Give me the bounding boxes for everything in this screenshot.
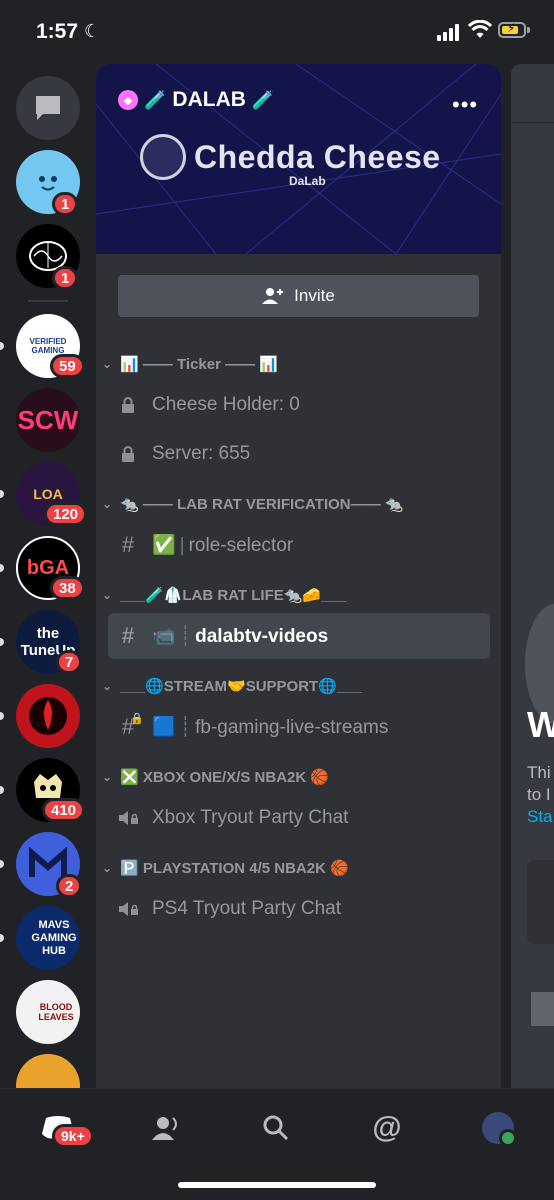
- category-stream-support[interactable]: ⌄ ___🌐STREAM🤝SUPPORT🌐___: [102, 674, 362, 698]
- chevron-down-icon: ⌄: [102, 861, 113, 875]
- banner-title: Chedda Cheese: [194, 138, 441, 175]
- boost-icon: ◆: [118, 90, 138, 110]
- coin-logo-icon: [140, 134, 186, 180]
- friends-icon: [152, 1117, 177, 1140]
- server-icon-verified-gaming[interactable]: VERIFIED GAMING 59: [0, 314, 96, 384]
- server-icon-11[interactable]: 2: [0, 832, 96, 902]
- friends-tab[interactable]: [145, 1108, 185, 1148]
- profile-tab[interactable]: [478, 1108, 518, 1148]
- server-icon-bga[interactable]: bGA 38: [0, 536, 96, 606]
- server-icon-loa[interactable]: LOA 120: [0, 462, 96, 532]
- cell-signal-icon: [437, 23, 463, 41]
- chevron-down-icon: ⌄: [102, 679, 113, 693]
- channel-fb-gaming-live-streams[interactable]: # 🔒 🟦 ┊ fb-gaming-live-streams: [108, 704, 490, 750]
- unread-badge: 1: [52, 266, 79, 290]
- hashtag-icon: #: [121, 623, 135, 648]
- wifi-icon: [468, 20, 492, 38]
- server-icon-mavs[interactable]: MAVS GAMING HUB: [0, 906, 96, 976]
- chevron-down-icon: ⌄: [102, 770, 113, 784]
- category-lab-rat-verification[interactable]: ⌄ 🐀 —— LAB RAT VERIFICATION—— 🐀: [102, 492, 403, 516]
- category-ticker[interactable]: ⌄ 📊 —— Ticker —— 📊: [102, 352, 278, 376]
- category-lab-rat-life[interactable]: ⌄ ___🧪🥼LAB RAT LIFE🐀🧀___: [102, 583, 346, 607]
- channel-dalabtv-videos[interactable]: # 📹 ┊ dalabtv-videos: [108, 613, 490, 659]
- test-tube-icon: 🧪: [144, 89, 167, 110]
- channel-xbox-tryout-party-chat[interactable]: Xbox Tryout Party Chat: [108, 795, 490, 841]
- unread-badge: 410: [42, 798, 86, 822]
- server-icon-tuneup[interactable]: the TuneUp 7: [0, 610, 96, 680]
- server-name[interactable]: ◆ 🧪 DALAB 🧪: [118, 88, 274, 112]
- server-icon-10[interactable]: 410: [0, 758, 96, 828]
- status-time: 1:57: [36, 20, 79, 43]
- locked-hashtag-icon: # 🔒: [121, 713, 144, 739]
- search-tab[interactable]: [256, 1108, 296, 1148]
- invite-button[interactable]: Invite: [118, 275, 479, 317]
- at-sign-icon: @: [372, 1111, 402, 1144]
- category-xbox[interactable]: ⌄ ❎ XBOX ONE/X/S NBA2K 🏀: [102, 765, 329, 789]
- chevron-down-icon: ⌄: [102, 588, 113, 602]
- locked-speaker-icon: [110, 900, 146, 918]
- lock-icon: [110, 446, 146, 462]
- unread-badge: 59: [50, 354, 85, 378]
- add-person-icon: [262, 288, 284, 304]
- chat-area-peek[interactable]: W Thi to I Sta: [511, 64, 554, 1088]
- hashtag-icon: #: [121, 532, 135, 557]
- server-icon-9[interactable]: [0, 684, 96, 754]
- channel-server-count[interactable]: Server: 655: [108, 431, 490, 477]
- battery-icon: ⚡: [498, 21, 526, 38]
- channel-ps4-tryout-party-chat[interactable]: PS4 Tryout Party Chat: [108, 886, 490, 932]
- chevron-down-icon: ⌄: [102, 357, 113, 371]
- unread-badge: 2: [56, 874, 83, 898]
- server-icon-scw[interactable]: SCW: [0, 388, 96, 458]
- server-icon-2[interactable]: 1: [0, 224, 96, 294]
- unread-badge: 7: [56, 650, 83, 674]
- server-icon-blood-leaves[interactable]: BLOOD LEAVES: [0, 980, 96, 1050]
- server-icon-1[interactable]: 1: [0, 150, 96, 220]
- home-indicator: [178, 1182, 376, 1188]
- chat-bubble-icon: [36, 96, 60, 120]
- channel-cheese-holder[interactable]: Cheese Holder: 0: [108, 382, 490, 428]
- banner-subtitle: DaLab: [289, 174, 326, 188]
- unread-badge: 120: [44, 502, 88, 526]
- welcome-link[interactable]: Sta: [527, 806, 553, 828]
- welcome-line-2: to I: [527, 785, 551, 804]
- lock-icon: [110, 397, 146, 413]
- welcome-line-1: Thi: [527, 763, 551, 782]
- welcome-card[interactable]: [527, 860, 554, 944]
- server-icon-tiger[interactable]: [0, 1054, 96, 1088]
- channel-role-selector[interactable]: # ✅ | role-selector: [108, 522, 490, 568]
- brand-logo-icon: [531, 992, 554, 1026]
- mentions-tab[interactable]: @: [367, 1108, 407, 1148]
- chevron-down-icon: ⌄: [102, 497, 113, 511]
- avatar: [482, 1112, 517, 1147]
- fire-emblem-icon: [29, 697, 67, 735]
- focus-moon-icon: ☾: [84, 21, 101, 41]
- welcome-heading: W: [527, 704, 554, 745]
- home-tab[interactable]: 9k+: [38, 1108, 94, 1148]
- unread-badge: 38: [50, 576, 85, 600]
- category-playstation[interactable]: ⌄ 🅿️ PLAYSTATION 4/5 NBA2K 🏀: [102, 856, 349, 880]
- invite-label: Invite: [294, 286, 335, 305]
- online-status-icon: [499, 1129, 517, 1147]
- home-unread-badge: 9k+: [52, 1124, 94, 1148]
- locked-speaker-icon: [110, 809, 146, 827]
- server-banner: ◆ 🧪 DALAB 🧪 ••• Chedda Cheese DaLab: [96, 64, 501, 254]
- server-rail: 1 1 VERIFIED GAMING 59 SCW LOA 120 bGA 3…: [0, 64, 96, 1088]
- server-name-label: DALAB: [172, 88, 246, 111]
- more-options-button[interactable]: •••: [452, 92, 478, 118]
- test-tube-icon: 🧪: [251, 89, 275, 110]
- search-icon: [263, 1115, 289, 1141]
- status-bar: 1:57 ☾ ⚡: [0, 0, 554, 64]
- channel-panel: ◆ 🧪 DALAB 🧪 ••• Chedda Cheese DaLab Invi…: [96, 64, 501, 1088]
- direct-messages-button[interactable]: [0, 76, 96, 146]
- rail-divider: [28, 300, 68, 302]
- unread-badge: 1: [52, 192, 79, 216]
